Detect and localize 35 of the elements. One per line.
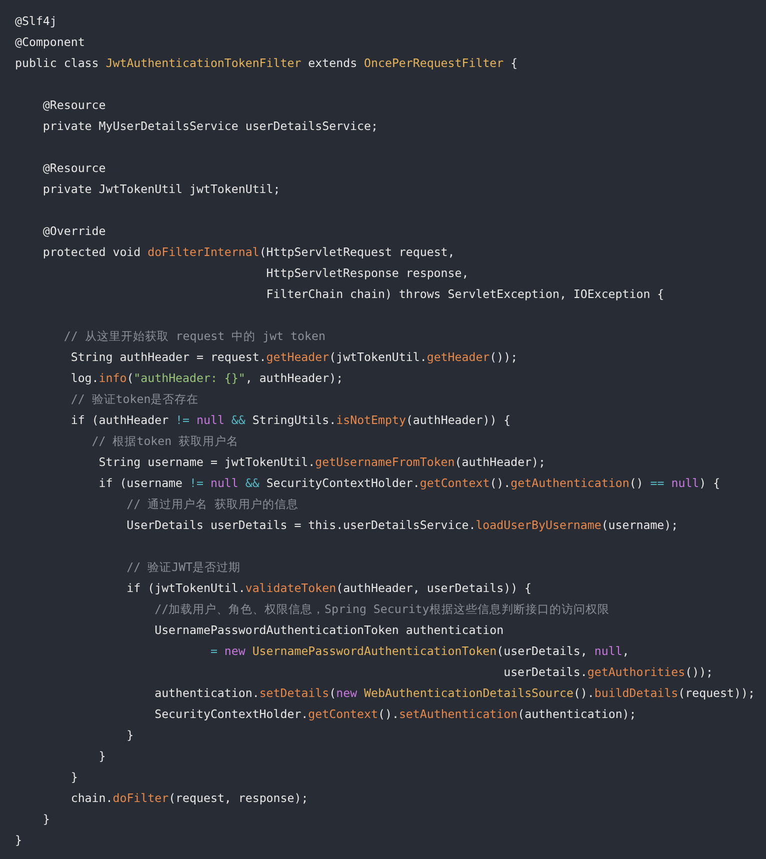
code-line: UserDetails userDetails = this.userDetailsService.loadUserByUsername(username); — [126, 518, 678, 532]
code-line: public class JwtAuthenticationTokenFilter extends OncePerRequestFilter { — [15, 56, 518, 70]
code-line: @Override — [42, 224, 106, 238]
code-line: } — [98, 749, 106, 763]
code-line: @Resource — [42, 161, 106, 175]
code-line: // 通过用户名 获取用户的信息 — [126, 497, 299, 511]
code-line: String authHeader = request.getHeader(jwtTokenUtil.getHeader()); — [70, 350, 518, 364]
code-line: } — [15, 833, 22, 847]
code-line: UsernamePasswordAuthenticationToken authentication — [154, 623, 504, 637]
code-line: = new UsernamePasswordAuthenticationToken(userDetails, null, — [209, 644, 630, 658]
code-line: private JwtTokenUtil jwtTokenUtil; — [42, 182, 280, 196]
code-line: userDetails.getAuthorities()); — [502, 665, 714, 679]
code-line: // 从这里开始获取 request 中的 jwt token — [62, 329, 326, 343]
code-line: if (authHeader != null && StringUtils.isNotEmpty(authHeader)) { — [70, 413, 511, 427]
code-line: //加载用户、角色、权限信息，Spring Security根据这些信息判断接口的访问权限 — [154, 602, 610, 616]
code-line: // 根据token 获取用户名 — [90, 434, 239, 448]
code-line: @Slf4j — [15, 14, 57, 28]
code-line: @Resource — [42, 98, 106, 112]
code-line: // 验证JWT是否过期 — [126, 560, 241, 574]
code-line: chain.doFilter(request, response); — [70, 791, 308, 805]
code-line: if (jwtTokenUtil.validateToken(authHeader, userDetails)) { — [126, 581, 532, 595]
code-line: HttpServletResponse response, — [265, 266, 469, 280]
code-line: } — [126, 728, 134, 742]
code-line: @Component — [15, 35, 85, 49]
code-line: // 验证token是否存在 — [70, 392, 199, 406]
code-line: log.info("authHeader: {}", authHeader); — [70, 371, 344, 385]
code-line: FilterChain chain) throws ServletException, IOException { — [265, 287, 664, 301]
code-line: String username = jwtTokenUtil.getUsernameFromToken(authHeader); — [98, 455, 546, 469]
code-line: } — [70, 770, 78, 784]
code-line: if (username != null && SecurityContextHolder.getContext().getAuthentication() == null) { — [98, 476, 720, 490]
code-line: private MyUserDetailsService userDetailsService; — [42, 119, 378, 133]
code-line: } — [42, 812, 50, 826]
code-line: authentication.setDetails(new WebAuthenticationDetailsSource().buildDetails(request)); — [154, 686, 755, 700]
code-line: SecurityContextHolder.getContext().setAuthentication(authentication); — [154, 707, 636, 721]
code-line: protected void doFilterInternal(HttpServletRequest request, — [42, 245, 455, 259]
